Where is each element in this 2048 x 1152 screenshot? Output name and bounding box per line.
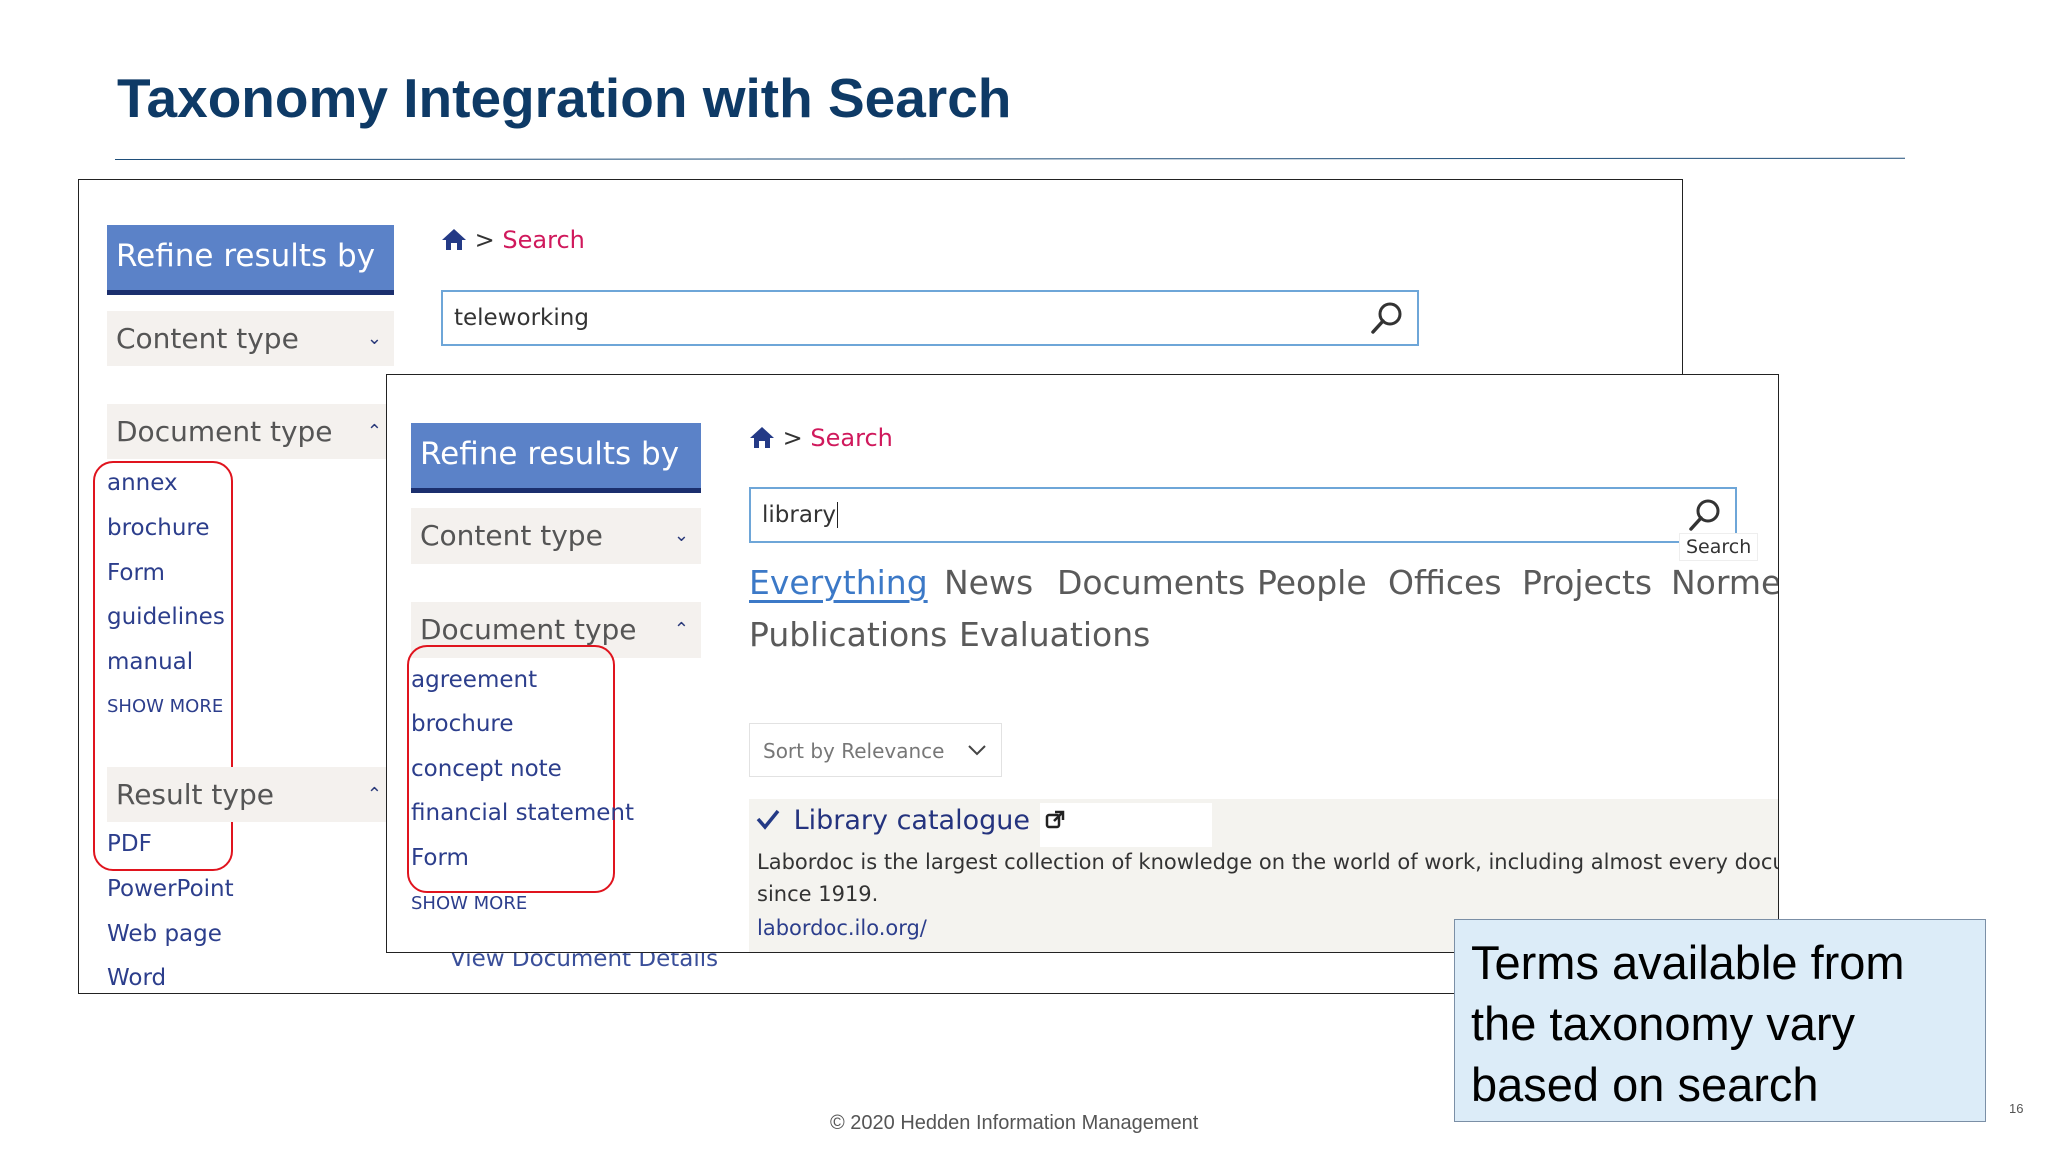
result-title-text[interactable]: Library catalogue: [794, 805, 1030, 836]
facet-option-word[interactable]: Word: [107, 965, 166, 991]
facet-content-type[interactable]: Content type ⌄: [107, 311, 394, 366]
tab-news[interactable]: News: [944, 563, 1033, 602]
facet-label: Content type: [420, 519, 603, 552]
result-header-gap: [1040, 803, 1212, 847]
facet-option-brochure[interactable]: brochure: [411, 711, 514, 737]
facet-content-type[interactable]: Content type ⌄: [411, 508, 701, 564]
facet-label: Document type: [420, 613, 637, 646]
breadcrumb-current[interactable]: Search: [810, 424, 892, 452]
facet-option-guidelines[interactable]: guidelines: [107, 604, 225, 630]
callout-note: Terms available from the taxonomy vary b…: [1454, 919, 1986, 1122]
facet-option-annex[interactable]: annex: [107, 470, 178, 496]
page-number: 16: [2009, 1101, 2024, 1116]
tab-everything[interactable]: Everything: [749, 563, 928, 602]
slide-title: Taxonomy Integration with Search: [117, 67, 1012, 129]
result-title[interactable]: Library catalogue: [755, 805, 1065, 836]
search-input[interactable]: teleworking: [454, 305, 589, 331]
breadcrumb: > Search: [749, 424, 893, 452]
facet-document-type[interactable]: Document type ⌃: [107, 404, 394, 459]
chevron-down-icon: ⌄: [673, 525, 689, 546]
facet-result-type[interactable]: Result type ⌃: [107, 767, 394, 822]
facet-option-agreement[interactable]: agreement: [411, 667, 537, 693]
tab-publications[interactable]: Publications: [749, 615, 947, 654]
facet-label: Document type: [116, 415, 333, 448]
refine-results-header: Refine results by: [411, 423, 701, 493]
sort-dropdown[interactable]: Sort by Relevance: [749, 723, 1002, 777]
tab-projects[interactable]: Projects: [1522, 563, 1652, 602]
chevron-up-icon: ⌃: [366, 784, 382, 805]
chevron-up-icon: ⌃: [673, 619, 689, 640]
screenshot-library-search: Refine results by Content type ⌄ Documen…: [386, 374, 1779, 953]
breadcrumb-separator: >: [782, 424, 803, 452]
show-more-link[interactable]: SHOW MORE: [107, 696, 223, 717]
external-link-icon[interactable]: [1045, 810, 1065, 830]
chevron-down-icon: ⌄: [366, 328, 382, 349]
copyright-footer: © 2020 Hedden Information Management: [830, 1112, 1199, 1134]
chevron-down-icon: [968, 745, 986, 756]
facet-option-powerpoint[interactable]: PowerPoint: [107, 876, 234, 902]
refine-results-header: Refine results by: [107, 225, 394, 295]
search-icon[interactable]: [1685, 495, 1725, 535]
chevron-up-icon: ⌃: [366, 421, 382, 442]
tab-normes[interactable]: Normes: [1671, 563, 1778, 602]
result-url-link[interactable]: labordoc.ilo.org/: [757, 916, 927, 940]
facet-option-brochure[interactable]: brochure: [107, 515, 210, 541]
checkmark-icon: [756, 809, 780, 830]
search-box[interactable]: library: [749, 487, 1737, 543]
tab-documents[interactable]: Documents: [1057, 563, 1245, 602]
tab-evaluations[interactable]: Evaluations: [959, 615, 1150, 654]
facet-option-financial-statement[interactable]: financial statement: [411, 800, 634, 826]
search-input[interactable]: library: [762, 502, 838, 528]
breadcrumb-current[interactable]: Search: [502, 226, 584, 254]
facet-option-concept-note[interactable]: concept note: [411, 756, 562, 782]
breadcrumb: > Search: [441, 226, 585, 254]
search-box[interactable]: teleworking: [441, 290, 1419, 346]
show-more-link[interactable]: SHOW MORE: [411, 893, 527, 914]
search-tooltip: Search: [1679, 533, 1759, 561]
breadcrumb-separator: >: [474, 226, 495, 254]
facet-label: Content type: [116, 322, 299, 355]
facet-option-form[interactable]: Form: [107, 560, 165, 586]
tab-offices[interactable]: Offices: [1388, 563, 1502, 602]
home-icon[interactable]: [749, 425, 775, 449]
sort-label: Sort by Relevance: [763, 739, 945, 763]
facet-option-web-page[interactable]: Web page: [107, 921, 222, 947]
tab-people[interactable]: People: [1257, 563, 1367, 602]
title-divider: [114, 157, 1905, 160]
facet-option-pdf[interactable]: PDF: [107, 831, 152, 857]
result-description-cont: since 1919.: [757, 882, 879, 906]
search-icon[interactable]: [1367, 298, 1407, 338]
facet-option-manual[interactable]: manual: [107, 649, 193, 675]
home-icon[interactable]: [441, 227, 467, 251]
facet-option-form[interactable]: Form: [411, 845, 469, 871]
result-description: Labordoc is the largest collection of kn…: [757, 850, 1779, 874]
facet-label: Result type: [116, 778, 274, 811]
